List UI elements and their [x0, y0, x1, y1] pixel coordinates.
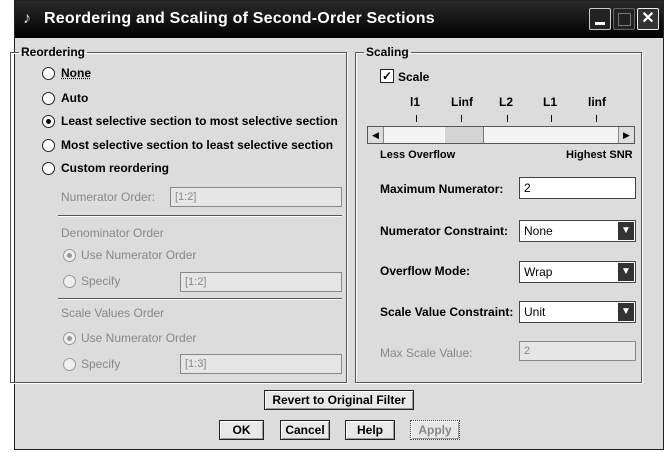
scale-value-constraint-select[interactable]: Unit ▼	[519, 301, 636, 323]
chevron-down-icon[interactable]: ▼	[618, 303, 634, 321]
help-button[interactable]: Help	[345, 420, 395, 440]
ok-button[interactable]: OK	[219, 420, 264, 440]
scale-checkbox[interactable]: ✓	[380, 69, 394, 83]
slider-thumb[interactable]	[444, 127, 484, 143]
radio-custom-label: Custom reordering	[61, 161, 170, 175]
title-bar: ♪ Reordering and Scaling of Second-Order…	[15, 1, 663, 38]
numerator-constraint-label: Numerator Constraint:	[380, 224, 509, 238]
scale-values-specify-radio[interactable]	[63, 358, 76, 371]
overflow-mode-label: Overflow Mode:	[380, 264, 471, 278]
denominator-specify-field[interactable]: [1:2]	[180, 272, 342, 292]
radio-auto[interactable]	[42, 92, 55, 105]
close-button[interactable]: ✕	[637, 8, 659, 30]
slider-right-label: Highest SNR	[566, 149, 633, 161]
chevron-down-icon[interactable]: ▼	[618, 263, 634, 281]
numerator-constraint-value: None	[524, 224, 553, 238]
denominator-use-numerator-radio[interactable]	[63, 249, 76, 262]
minimize-button[interactable]	[589, 8, 611, 30]
denominator-specify-label: Specify	[81, 274, 121, 288]
slider-tick-label: L2	[499, 95, 514, 109]
slider-left-arrow-icon[interactable]: ◀	[368, 127, 384, 143]
scaling-legend: Scaling	[366, 45, 409, 59]
slider-left-label: Less Overflow	[380, 149, 456, 161]
denominator-order-heading: Denominator Order	[61, 226, 164, 240]
scale-values-order-heading: Scale Values Order	[61, 306, 165, 320]
slider-tick	[596, 115, 597, 122]
max-numerator-input[interactable]: 2	[519, 177, 636, 199]
app-icon: ♪	[23, 10, 31, 27]
check-icon: ✓	[381, 69, 393, 83]
max-numerator-label: Maximum Numerator:	[380, 182, 504, 196]
revert-button[interactable]: Revert to Original Filter	[264, 390, 414, 410]
scale-checkbox-label: Scale	[398, 70, 430, 84]
radio-most-to-least-label: Most selective section to least selectiv…	[61, 138, 334, 152]
divider	[58, 298, 342, 300]
radio-least-to-most[interactable]	[42, 115, 55, 128]
scale-values-specify-field[interactable]: [1:3]	[180, 354, 342, 374]
denominator-specify-radio[interactable]	[63, 275, 76, 288]
radio-most-to-least[interactable]	[42, 139, 55, 152]
window-title: Reordering and Scaling of Second-Order S…	[44, 10, 435, 27]
radio-none-label: None	[61, 66, 91, 80]
radio-auto-label: Auto	[61, 91, 89, 105]
cancel-button[interactable]: Cancel	[280, 420, 330, 440]
maximize-button[interactable]	[613, 8, 635, 30]
scale-value-constraint-value: Unit	[524, 305, 546, 319]
chevron-down-icon[interactable]: ▼	[618, 222, 634, 240]
scale-values-use-numerator-radio[interactable]	[63, 332, 76, 345]
overflow-mode-select[interactable]: Wrap ▼	[519, 261, 636, 283]
slider-tick	[461, 115, 462, 122]
numerator-order-label: Numerator Order:	[61, 190, 156, 204]
numerator-order-field[interactable]: [1:2]	[170, 187, 342, 207]
apply-button[interactable]: Apply	[410, 420, 460, 440]
scaling-slider[interactable]: ◀ ▶	[367, 126, 635, 144]
max-scale-value-field[interactable]: 2	[519, 341, 636, 361]
slider-tick	[551, 115, 552, 122]
max-scale-value-label: Max Scale Value:	[380, 346, 473, 360]
scale-values-specify-label: Specify	[81, 357, 121, 371]
radio-none[interactable]	[42, 67, 55, 80]
slider-tick	[416, 115, 417, 122]
divider	[58, 215, 342, 217]
radio-least-to-most-label: Least selective section to most selectiv…	[61, 114, 338, 128]
overflow-mode-value: Wrap	[524, 265, 553, 279]
slider-tick-label: L1	[543, 95, 558, 109]
denominator-use-numerator-label: Use Numerator Order	[81, 248, 197, 262]
close-icon: ✕	[641, 10, 655, 27]
slider-tick-label: l1	[410, 95, 421, 109]
numerator-constraint-select[interactable]: None ▼	[519, 220, 636, 242]
radio-custom[interactable]	[42, 162, 55, 175]
scale-value-constraint-label: Scale Value Constraint:	[380, 305, 514, 319]
slider-tick-label: Linf	[451, 95, 473, 109]
slider-tick-label: linf	[588, 95, 606, 109]
slider-right-arrow-icon[interactable]: ▶	[618, 127, 634, 143]
reordering-legend: Reordering	[21, 45, 86, 59]
slider-tick	[507, 115, 508, 122]
scale-values-use-numerator-label: Use Numerator Order	[81, 331, 197, 345]
